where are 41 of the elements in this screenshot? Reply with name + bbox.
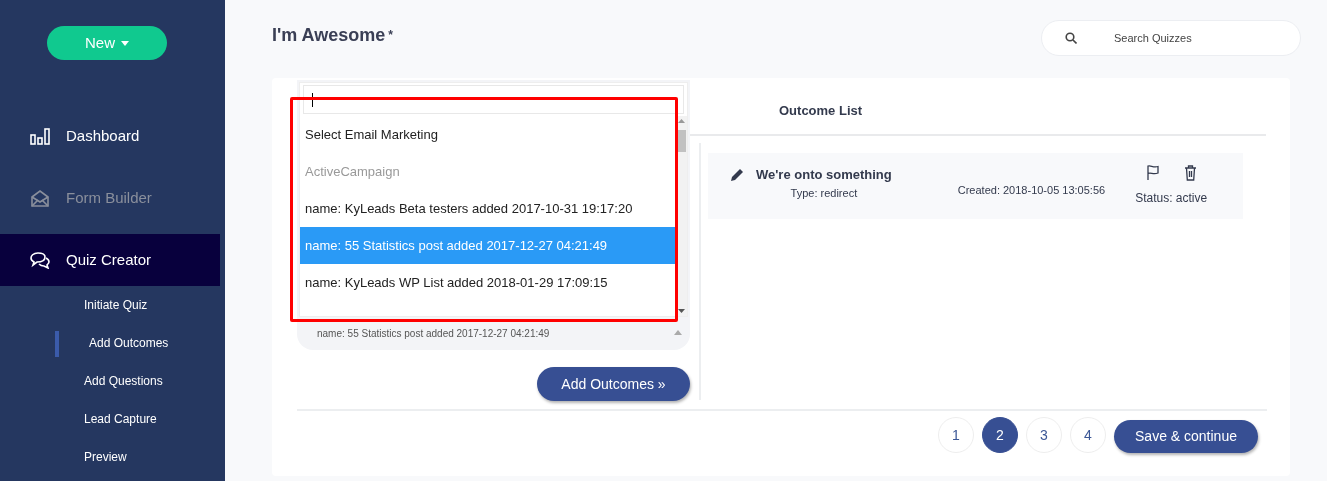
search-field[interactable]: Search Quizzes xyxy=(1041,20,1301,56)
search-icon xyxy=(1065,32,1077,44)
dropdown-option[interactable]: Select Email Marketing xyxy=(300,116,676,153)
flag-icon xyxy=(1145,165,1160,181)
page-button[interactable]: 4 xyxy=(1070,417,1106,453)
dropdown-option[interactable]: name: KyLeads Beta testers added 2017-10-31 19:17:20 xyxy=(300,190,676,227)
bar-chart-icon xyxy=(30,127,50,145)
option-group-label: ActiveCampaign xyxy=(304,163,401,181)
scroll-up-icon xyxy=(678,119,685,123)
scrollbar[interactable] xyxy=(676,116,687,316)
pencil-icon xyxy=(730,168,744,182)
sidebar-subitem[interactable]: Lead Capture xyxy=(0,400,225,438)
page-button[interactable]: 3 xyxy=(1026,417,1062,453)
dropdown-option[interactable]: name: KyLeads WP List added 2018-01-29 17:09:15 xyxy=(300,264,676,301)
add-outcomes-button[interactable]: Add Outcomes » xyxy=(537,367,690,401)
sidebar-subitem[interactable]: Preview xyxy=(0,438,225,476)
envelope-icon xyxy=(30,188,50,208)
sidebar-subitem[interactable]: Add Outcomes xyxy=(0,324,225,362)
sidebar-subitem[interactable]: Initiate Quiz xyxy=(0,286,225,324)
outcome-status: Status: active xyxy=(1135,190,1208,207)
outcome-name: We're onto something xyxy=(756,166,892,184)
scroll-thumb[interactable] xyxy=(677,130,686,152)
text-cursor xyxy=(312,92,313,107)
caret-icon xyxy=(121,40,129,46)
scroll-down-icon xyxy=(678,309,685,313)
selected-value: name: 55 Statistics post added 2017-12-27 04:21:49 xyxy=(317,327,550,341)
sidebar-item[interactable]: Dashboard xyxy=(0,110,220,162)
outcome-type: Type: redirect xyxy=(790,185,858,201)
outcome-created: Created: 2018-10-05 13:05:56 xyxy=(957,183,1106,198)
trash-icon xyxy=(1183,165,1197,181)
dropdown-search-field[interactable] xyxy=(303,85,684,114)
page-button[interactable]: 1 xyxy=(938,417,974,453)
sidebar-subitem[interactable]: Add Questions xyxy=(0,362,225,400)
save-continue-button[interactable]: Save & continue xyxy=(1114,419,1258,453)
page-title: I'm Awesome xyxy=(272,25,386,45)
dropdown-arrow-icon xyxy=(674,330,682,335)
sidebar-item[interactable]: Quiz Creator xyxy=(0,234,220,286)
page-button[interactable]: 2 xyxy=(982,417,1018,453)
required-mark: * xyxy=(388,28,393,42)
section-heading: Outcome List xyxy=(689,80,1266,136)
chat-bubbles-icon xyxy=(30,251,50,269)
